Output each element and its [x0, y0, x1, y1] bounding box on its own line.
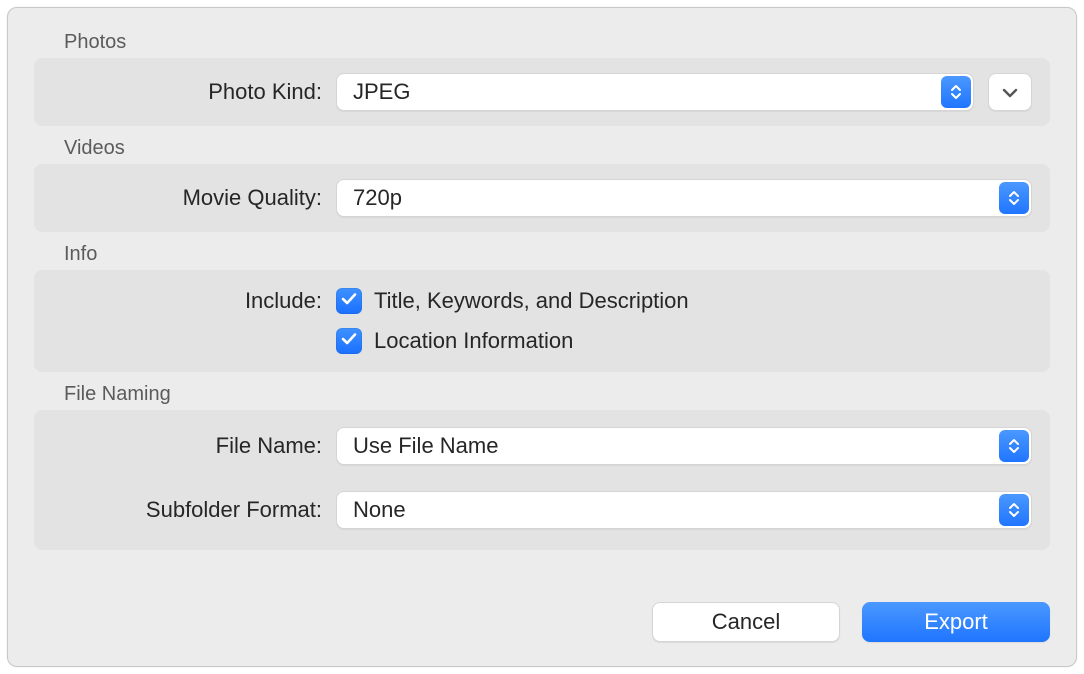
- include-location-label: Location Information: [374, 328, 573, 354]
- updown-icon: [999, 182, 1029, 214]
- section-heading-info: Info: [64, 240, 1050, 268]
- subfolder-format-label: Subfolder Format:: [52, 497, 322, 523]
- section-body-filenaming: File Name: Use File Name Subfolder Forma…: [34, 410, 1050, 550]
- include-label: Include:: [52, 286, 322, 314]
- updown-icon: [999, 494, 1029, 526]
- dialog-footer: Cancel Export: [652, 602, 1050, 642]
- checkmark-icon: [340, 288, 358, 314]
- updown-icon: [941, 76, 971, 108]
- export-button[interactable]: Export: [862, 602, 1050, 642]
- include-title-keywords-checkbox[interactable]: [336, 288, 362, 314]
- file-name-popup[interactable]: Use File Name: [336, 427, 1032, 465]
- export-dialog: Photos Photo Kind: JPEG Videos Movie Qua…: [7, 7, 1077, 667]
- section-body-videos: Movie Quality: 720p: [34, 164, 1050, 232]
- movie-quality-label: Movie Quality:: [52, 185, 322, 211]
- movie-quality-popup[interactable]: 720p: [336, 179, 1032, 217]
- section-body-info: Include: Title, Keywords, and Descriptio…: [34, 270, 1050, 372]
- cancel-button-label: Cancel: [712, 609, 780, 635]
- section-heading-videos: Videos: [64, 134, 1050, 162]
- file-name-label: File Name:: [52, 433, 322, 459]
- photo-kind-value: JPEG: [353, 79, 410, 105]
- photo-kind-popup[interactable]: JPEG: [336, 73, 974, 111]
- subfolder-format-popup[interactable]: None: [336, 491, 1032, 529]
- include-location-checkbox[interactable]: [336, 328, 362, 354]
- subfolder-format-value: None: [353, 497, 406, 523]
- photo-kind-disclosure-button[interactable]: [988, 73, 1032, 111]
- cancel-button[interactable]: Cancel: [652, 602, 840, 642]
- section-heading-photos: Photos: [64, 28, 1050, 56]
- file-name-value: Use File Name: [353, 433, 498, 459]
- chevron-down-icon: [1001, 79, 1019, 105]
- export-button-label: Export: [924, 609, 988, 635]
- photo-kind-label: Photo Kind:: [52, 79, 322, 105]
- movie-quality-value: 720p: [353, 185, 402, 211]
- updown-icon: [999, 430, 1029, 462]
- section-body-photos: Photo Kind: JPEG: [34, 58, 1050, 126]
- include-title-keywords-label: Title, Keywords, and Description: [374, 288, 689, 314]
- checkmark-icon: [340, 328, 358, 354]
- section-heading-filenaming: File Naming: [64, 380, 1050, 408]
